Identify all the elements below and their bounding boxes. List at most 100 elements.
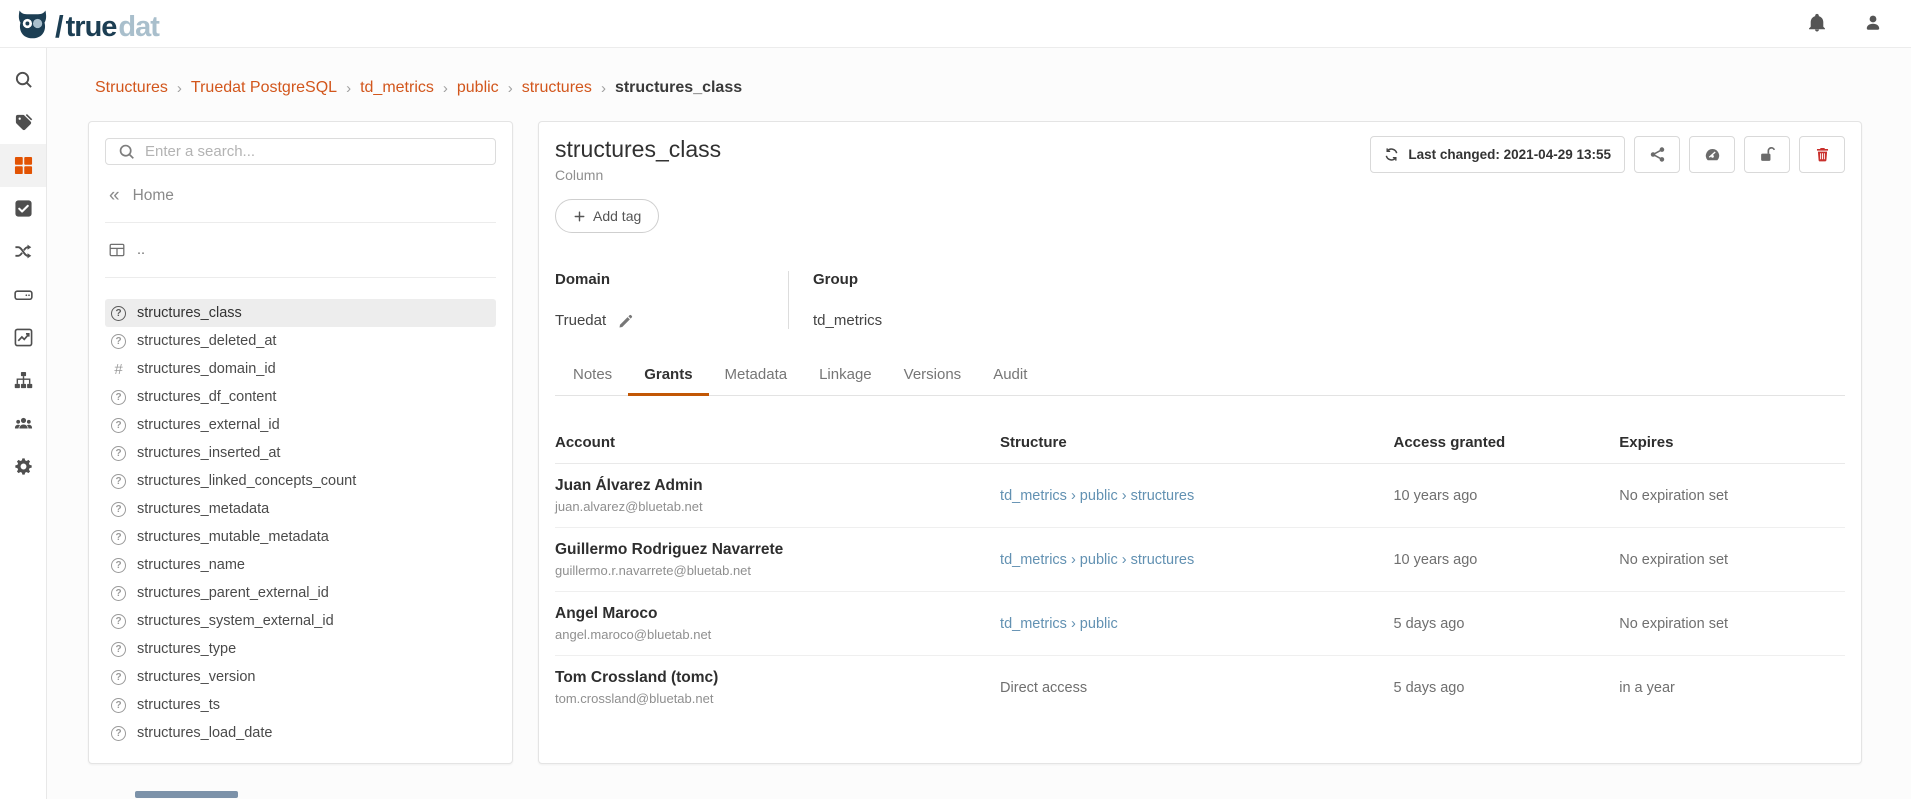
tab-versions[interactable]: Versions	[888, 356, 978, 396]
rail-item-settings[interactable]	[0, 445, 46, 488]
gear-icon	[14, 457, 33, 476]
field-item[interactable]: #structures_domain_id	[105, 355, 496, 383]
trash-icon	[1814, 146, 1831, 163]
search-box	[105, 138, 496, 165]
grant-structure-link[interactable]: td_metrics › public › structures	[1000, 488, 1194, 504]
icon-rail	[0, 48, 47, 799]
rail-item-taxonomy[interactable]	[0, 359, 46, 402]
add-tag-button[interactable]: Add tag	[555, 199, 659, 233]
field-item[interactable]: ?structures_ts	[105, 691, 496, 719]
horizontal-scrollbar-thumb[interactable]	[135, 791, 238, 798]
grant-structure-text: Direct access	[1000, 680, 1087, 696]
tab-grants[interactable]: Grants	[628, 356, 708, 396]
grant-expires: in a year	[1619, 680, 1845, 696]
tags-icon	[14, 113, 33, 132]
field-item[interactable]: ?structures_external_id	[105, 411, 496, 439]
field-item-label: structures_df_content	[137, 389, 276, 405]
grants-table: AccountStructureAccess grantedExpires Ju…	[555, 420, 1845, 719]
breadcrumb-item[interactable]: Truedat PostgreSQL	[191, 79, 337, 97]
field-item-label: structures_domain_id	[137, 361, 276, 377]
add-tag-label: Add tag	[593, 208, 641, 224]
rail-item-lineage[interactable]	[0, 230, 46, 273]
up-label: ..	[137, 242, 145, 258]
field-item[interactable]: ?structures_class	[105, 299, 496, 327]
tab-notes[interactable]: Notes	[557, 356, 628, 396]
grant-structure-link[interactable]: td_metrics › public	[1000, 616, 1118, 632]
tab-metadata[interactable]: Metadata	[709, 356, 804, 396]
edit-domain-button[interactable]	[618, 313, 634, 329]
breadcrumb-item[interactable]: Structures	[95, 79, 168, 97]
domain-value: Truedat	[555, 312, 606, 329]
field-item[interactable]: ?structures_type	[105, 635, 496, 663]
field-item[interactable]: ?structures_parent_external_id	[105, 579, 496, 607]
field-item[interactable]: ? structures_name	[105, 551, 496, 579]
question-circle-icon: ?	[111, 530, 126, 545]
field-item-label: structures_external_id	[137, 417, 280, 433]
grant-account-name: Tom Crossland (tomc)	[555, 669, 1000, 687]
field-item[interactable]: ?structures_metadata	[105, 495, 496, 523]
group-label: Group	[813, 271, 882, 288]
field-item[interactable]: ?structures_linked_concepts_count	[105, 467, 496, 495]
rail-item-search[interactable]	[0, 58, 46, 101]
user-profile-icon[interactable]	[1863, 13, 1885, 35]
chart-icon	[14, 328, 33, 347]
rail-item-structures[interactable]	[0, 144, 46, 187]
quality-gauge-button[interactable]	[1689, 136, 1735, 173]
grant-expires: No expiration set	[1619, 488, 1845, 504]
grant-account-name: Angel Maroco	[555, 605, 1000, 623]
domain-label: Domain	[555, 271, 788, 288]
structure-detail-panel: structures_class Column Last changed: 20…	[538, 121, 1862, 764]
sitemap-icon	[14, 371, 33, 390]
tab-audit[interactable]: Audit	[977, 356, 1043, 396]
last-changed-button[interactable]: Last changed: 2021-04-29 13:55	[1370, 136, 1625, 173]
page-title: structures_class	[555, 136, 721, 163]
users-icon	[14, 414, 33, 433]
breadcrumb-separator: ›	[508, 80, 513, 97]
field-item[interactable]: ?structures_inserted_at	[105, 439, 496, 467]
domain-section: Domain Truedat	[555, 271, 788, 329]
group-section: Group td_metrics	[788, 271, 882, 329]
breadcrumb: Structures › Truedat PostgreSQL › td_metrics…	[88, 48, 1862, 121]
delete-button[interactable]	[1799, 136, 1845, 173]
share-button[interactable]	[1634, 136, 1680, 173]
breadcrumb-item[interactable]: td_metrics	[360, 79, 434, 97]
rail-item-users[interactable]	[0, 402, 46, 445]
unlock-button[interactable]	[1744, 136, 1790, 173]
field-item-label: structures_type	[137, 641, 236, 657]
grants-column-header: Structure	[1000, 434, 1393, 451]
logo-true: true	[66, 13, 117, 42]
grant-account-email: tom.crossland@bluetab.net	[555, 691, 1000, 706]
parent-table-item[interactable]: ..	[105, 240, 496, 260]
tab-linkage[interactable]: Linkage	[803, 356, 888, 396]
breadcrumb-separator: ›	[443, 80, 448, 97]
field-item[interactable]: ?structures_load_date	[105, 719, 496, 747]
truedat-logo[interactable]: / true dat	[14, 5, 159, 42]
field-item-label: structures_linked_concepts_count	[137, 473, 356, 489]
search-icon	[14, 70, 33, 89]
question-circle-icon: ?	[111, 558, 126, 573]
grants-column-header: Account	[555, 434, 1000, 451]
field-item[interactable]: ?structures_system_external_id	[105, 607, 496, 635]
field-item-label: structures_name	[137, 557, 245, 573]
breadcrumb-item: structures_class	[615, 79, 742, 97]
field-item[interactable]: ?structures_mutable_metadata	[105, 523, 496, 551]
field-item[interactable]: ?structures_deleted_at	[105, 327, 496, 355]
drive-icon	[14, 285, 33, 304]
double-chevron-left-icon: «	[109, 186, 120, 205]
field-item[interactable]: ?structures_df_content	[105, 383, 496, 411]
grant-structure-link[interactable]: td_metrics › public › structures	[1000, 552, 1194, 568]
home-collapse-button[interactable]: « Home	[109, 186, 496, 205]
rail-item-dashboards[interactable]	[0, 316, 46, 359]
field-item-label: structures_load_date	[137, 725, 272, 741]
field-item[interactable]: ?structures_version	[105, 663, 496, 691]
rail-item-systems[interactable]	[0, 273, 46, 316]
breadcrumb-item[interactable]: structures	[522, 79, 592, 97]
rail-item-rules[interactable]	[0, 187, 46, 230]
grant-access-granted: 10 years ago	[1393, 552, 1619, 568]
rail-item-tags[interactable]	[0, 101, 46, 144]
breadcrumb-separator: ›	[177, 80, 182, 97]
notifications-bell-icon[interactable]	[1807, 13, 1829, 35]
breadcrumb-item[interactable]: public	[457, 79, 499, 97]
search-input[interactable]	[145, 143, 483, 160]
field-item-label: structures_parent_external_id	[137, 585, 329, 601]
